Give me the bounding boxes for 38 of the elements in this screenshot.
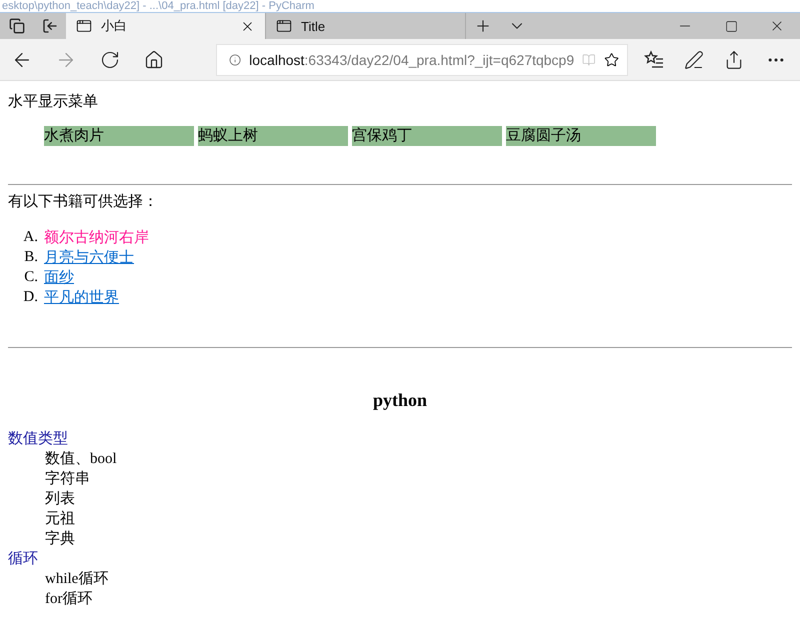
book-link[interactable]: 月亮与六便士 (44, 248, 134, 266)
books-heading: 有以下书籍可供选择： (8, 193, 159, 211)
topic-item: 字典 (45, 529, 76, 549)
favorites-icon[interactable] (644, 50, 664, 70)
address-field[interactable]: localhost:63343/day22/04_pra.html?_ijt=q627tqbcp9 (216, 44, 628, 76)
menu-heading: 水平显示菜单 (8, 93, 99, 111)
window-title: esktop\python_teach\day22] - ...\04_pra.html [day22] - PyCharm (2, 0, 314, 12)
menu-item[interactable]: 豆腐圆子汤 (506, 126, 656, 146)
info-icon[interactable] (229, 52, 242, 68)
browser-tab[interactable]: 小白 (66, 13, 266, 39)
refresh-icon[interactable] (100, 50, 120, 70)
maximize-icon[interactable] (724, 20, 738, 32)
topic-item: while循环 (45, 570, 110, 589)
menu-item[interactable]: 蚂蚁上树 (198, 126, 348, 146)
topic-term: 数值类型 (8, 429, 69, 449)
share-icon[interactable] (724, 50, 744, 70)
topic-item: for循环 (45, 590, 94, 609)
set-tabs-aside-icon[interactable] (42, 18, 58, 34)
topic-item: 数值、bool (45, 450, 118, 469)
topic-term: 循环 (8, 549, 39, 569)
topic-item: 字符串 (45, 469, 91, 489)
section-title: python (372, 390, 428, 411)
pen-icon[interactable] (684, 50, 704, 70)
book-link[interactable]: 平凡的世界 (44, 288, 119, 306)
topic-item: 元祖 (45, 510, 76, 529)
tabs-aside-icon[interactable] (8, 18, 24, 34)
home-icon[interactable] (144, 50, 164, 70)
list-marker: A. (22, 228, 39, 246)
list-marker: D. (22, 288, 39, 306)
page-icon (76, 18, 92, 34)
list-marker: C. (23, 268, 39, 286)
book-link[interactable]: 额尔古纳河右岸 (44, 228, 149, 246)
menu-item[interactable]: 水煮肉片 (44, 126, 194, 146)
page-icon (276, 18, 292, 34)
book-link[interactable]: 面纱 (44, 268, 74, 286)
menu-item[interactable]: 宫保鸡丁 (352, 126, 502, 146)
topic-item: 列表 (45, 490, 76, 509)
list-marker: B. (23, 248, 39, 266)
